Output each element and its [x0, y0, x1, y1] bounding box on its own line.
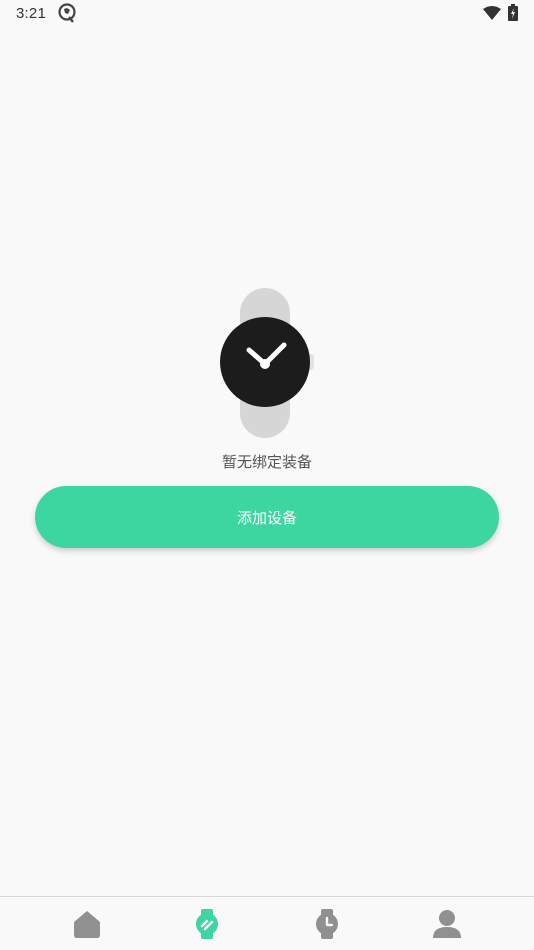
- status-bar: 3:21: [0, 0, 534, 28]
- profile-icon: [433, 910, 461, 938]
- nav-tab-device[interactable]: [167, 897, 247, 950]
- nav-tab-home[interactable]: [47, 897, 127, 950]
- bottom-nav: [0, 896, 534, 950]
- empty-state-message: 暂无绑定装备: [221, 453, 312, 471]
- nav-tab-profile[interactable]: [407, 897, 487, 950]
- add-device-button[interactable]: 添加设备: [35, 486, 499, 548]
- wifi-icon: [483, 6, 501, 20]
- home-icon: [74, 911, 100, 938]
- nav-tab-watch[interactable]: [287, 897, 367, 950]
- watch-icon: [316, 909, 338, 939]
- screen: 3:21 暂无绑定装备 添加设备: [0, 0, 534, 950]
- app-notification-icon: [58, 3, 76, 23]
- battery-charging-icon: [508, 4, 518, 21]
- device-icon: [196, 909, 218, 939]
- watch-illustration: [220, 288, 314, 438]
- status-time: 3:21: [16, 5, 46, 22]
